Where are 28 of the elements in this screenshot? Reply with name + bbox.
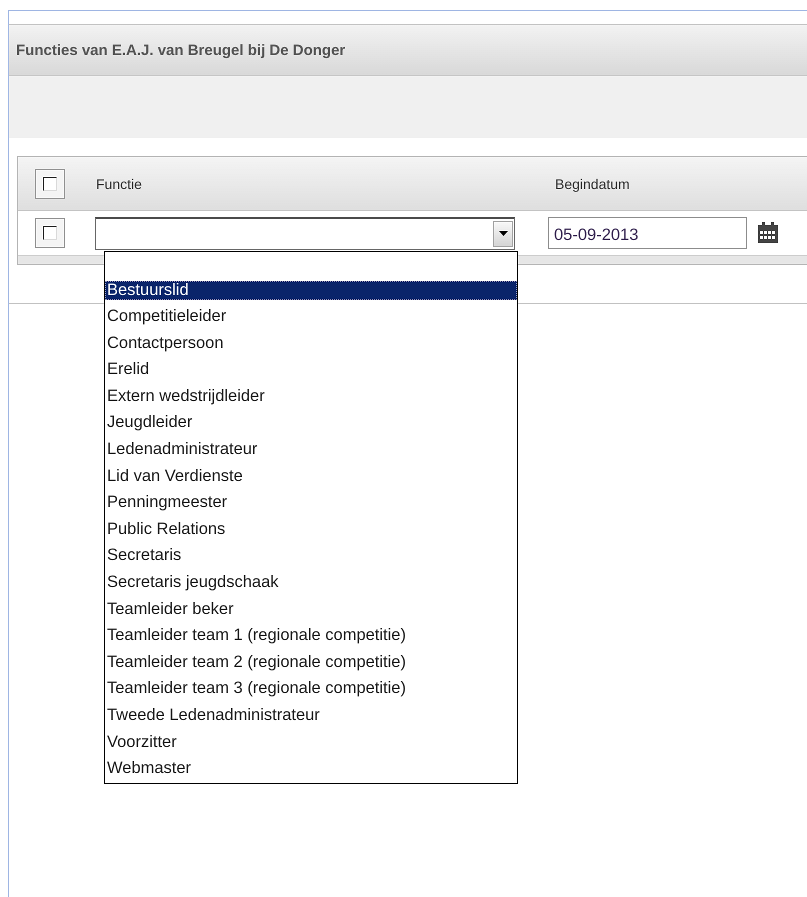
dropdown-option[interactable]: Tweede Ledenadministrateur bbox=[105, 702, 517, 728]
column-header: Functie bbox=[96, 176, 142, 192]
dropdown-option[interactable]: Erelid bbox=[105, 356, 517, 383]
date-field[interactable]: 05-09-2013 bbox=[548, 217, 747, 249]
calendar-icon[interactable] bbox=[757, 222, 779, 244]
dropdown-option[interactable]: Competitieleider bbox=[105, 303, 517, 330]
dropdown-option[interactable]: Teamleider beker bbox=[105, 596, 517, 622]
dropdown-arrow-icon bbox=[498, 231, 508, 236]
dropdown-option[interactable]: Penningmeester bbox=[105, 489, 517, 516]
dropdown-option[interactable]: Public Relations bbox=[105, 516, 517, 542]
dropdown-option[interactable]: Secretaris jeugdschaak bbox=[105, 568, 517, 596]
dropdown-option[interactable]: Teamleider team 2 (regionale competitie) bbox=[105, 648, 517, 676]
dropdown-option[interactable]: Secretaris bbox=[105, 542, 517, 569]
dropdown-option[interactable]: Teamleider team 3 (regionale competitie) bbox=[105, 675, 517, 702]
dropdown-option[interactable]: Contactpersoon bbox=[105, 330, 517, 356]
dropdown-option[interactable]: Voorzitter bbox=[105, 728, 517, 756]
checkbox[interactable] bbox=[43, 176, 57, 190]
dropdown-option[interactable]: Extern wedstrijdleider bbox=[105, 382, 517, 410]
dropdown-option[interactable]: Jeugdleider bbox=[105, 409, 517, 436]
dropdown-option[interactable]: Bestuurslid bbox=[105, 281, 517, 300]
dropdown-option[interactable]: Ledenadministrateur bbox=[105, 436, 517, 463]
checkbox[interactable] bbox=[43, 226, 57, 240]
column-header: Begindatum bbox=[555, 176, 630, 192]
dropdown-option[interactable]: Lid van Verdienste bbox=[105, 462, 517, 490]
function-select[interactable] bbox=[95, 216, 515, 250]
dropdown-option[interactable]: Teamleider team 1 (regionale competitie) bbox=[105, 622, 517, 649]
dropdown-option[interactable]: Webmaster bbox=[105, 755, 517, 782]
page-title: Functies van E.A.J. van Breugel bij De Donger bbox=[16, 42, 346, 58]
